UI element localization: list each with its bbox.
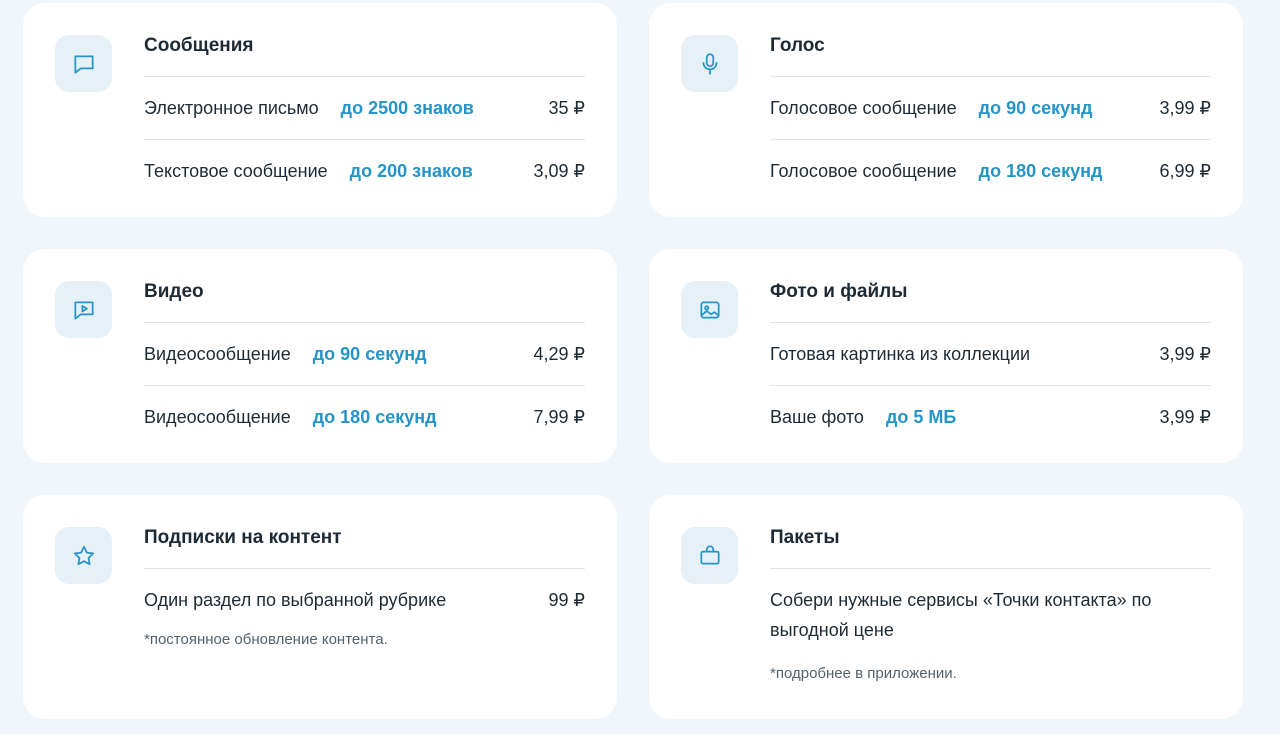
- service-price: 99 ₽: [548, 589, 585, 610]
- footnote: *подробнее в приложении.: [770, 665, 957, 682]
- price-row: Ваше фото до 5 МБ 3,99 ₽: [770, 386, 1211, 448]
- subscriptions-card: Подписки на контент Один раздел по выбра…: [23, 495, 617, 719]
- price-row: Текстовое сообщение до 200 знаков 3,09 ₽: [144, 140, 585, 202]
- video-card: Видео Видеосообщение до 90 секунд 4,29 ₽…: [23, 249, 617, 463]
- service-limit: до 90 секунд: [978, 97, 1093, 118]
- service-price: 4,29 ₽: [533, 343, 586, 364]
- video-message-icon: [55, 281, 112, 338]
- service-price: 3,99 ₽: [1159, 406, 1212, 427]
- price-row: Голосовое сообщение до 180 секунд 6,99 ₽: [770, 140, 1211, 202]
- microphone-icon: [681, 35, 738, 92]
- service-limit: до 180 секунд: [978, 160, 1103, 181]
- chat-bubble-icon: [55, 35, 112, 92]
- service-price: 35 ₽: [548, 97, 585, 118]
- price-row: Голосовое сообщение до 90 секунд 3,99 ₽: [770, 77, 1211, 139]
- package-description: Собери нужные сервисы «Точки контакта» п…: [770, 590, 1152, 640]
- service-limit: до 90 секунд: [312, 343, 427, 364]
- service-label: Голосовое сообщение: [770, 97, 957, 118]
- card-title: Пакеты: [770, 527, 840, 548]
- service-label: Электронное письмо: [144, 97, 319, 118]
- card-title: Голос: [770, 35, 825, 56]
- service-label: Готовая картинка из коллекции: [770, 343, 1031, 364]
- service-price: 3,09 ₽: [533, 160, 586, 181]
- card-title: Фото и файлы: [770, 281, 908, 302]
- messages-card: Сообщения Электронное письмо до 2500 зна…: [23, 3, 617, 217]
- service-label: Голосовое сообщение: [770, 160, 957, 181]
- service-limit: до 2500 знаков: [340, 97, 474, 118]
- card-title: Подписки на контент: [144, 527, 342, 548]
- service-price: 3,99 ₽: [1159, 343, 1212, 364]
- service-label: Видеосообщение: [144, 343, 291, 364]
- service-limit: до 5 МБ: [885, 406, 957, 427]
- service-label: Один раздел по выбранной рубрике: [144, 589, 447, 610]
- service-label: Видеосообщение: [144, 406, 291, 427]
- footnote: *постоянное обновление контента.: [144, 631, 388, 648]
- voice-card: Голос Голосовое сообщение до 90 секунд 3…: [649, 3, 1243, 217]
- service-label: Текстовое сообщение: [144, 160, 328, 181]
- packages-card: Пакеты Собери нужные сервисы «Точки конт…: [649, 495, 1243, 719]
- service-price: 7,99 ₽: [533, 406, 586, 427]
- photos-card: Фото и файлы Готовая картинка из коллекц…: [649, 249, 1243, 463]
- divider: [770, 568, 1211, 569]
- service-price: 3,99 ₽: [1159, 97, 1212, 118]
- service-limit: до 180 секунд: [312, 406, 437, 427]
- image-icon: [681, 281, 738, 338]
- price-row: Видеосообщение до 180 секунд 7,99 ₽: [144, 386, 585, 448]
- card-title: Сообщения: [144, 35, 254, 56]
- service-limit: до 200 знаков: [349, 160, 473, 181]
- price-row: Один раздел по выбранной рубрике 99 ₽: [144, 569, 585, 631]
- service-label: Ваше фото: [770, 406, 864, 427]
- card-title: Видео: [144, 281, 204, 302]
- star-icon: [55, 527, 112, 584]
- service-price: 6,99 ₽: [1159, 160, 1212, 181]
- price-row: Видеосообщение до 90 секунд 4,29 ₽: [144, 323, 585, 385]
- shopping-bag-icon: [681, 527, 738, 584]
- price-row: Электронное письмо до 2500 знаков 35 ₽: [144, 77, 585, 139]
- price-row: Готовая картинка из коллекции 3,99 ₽: [770, 323, 1211, 385]
